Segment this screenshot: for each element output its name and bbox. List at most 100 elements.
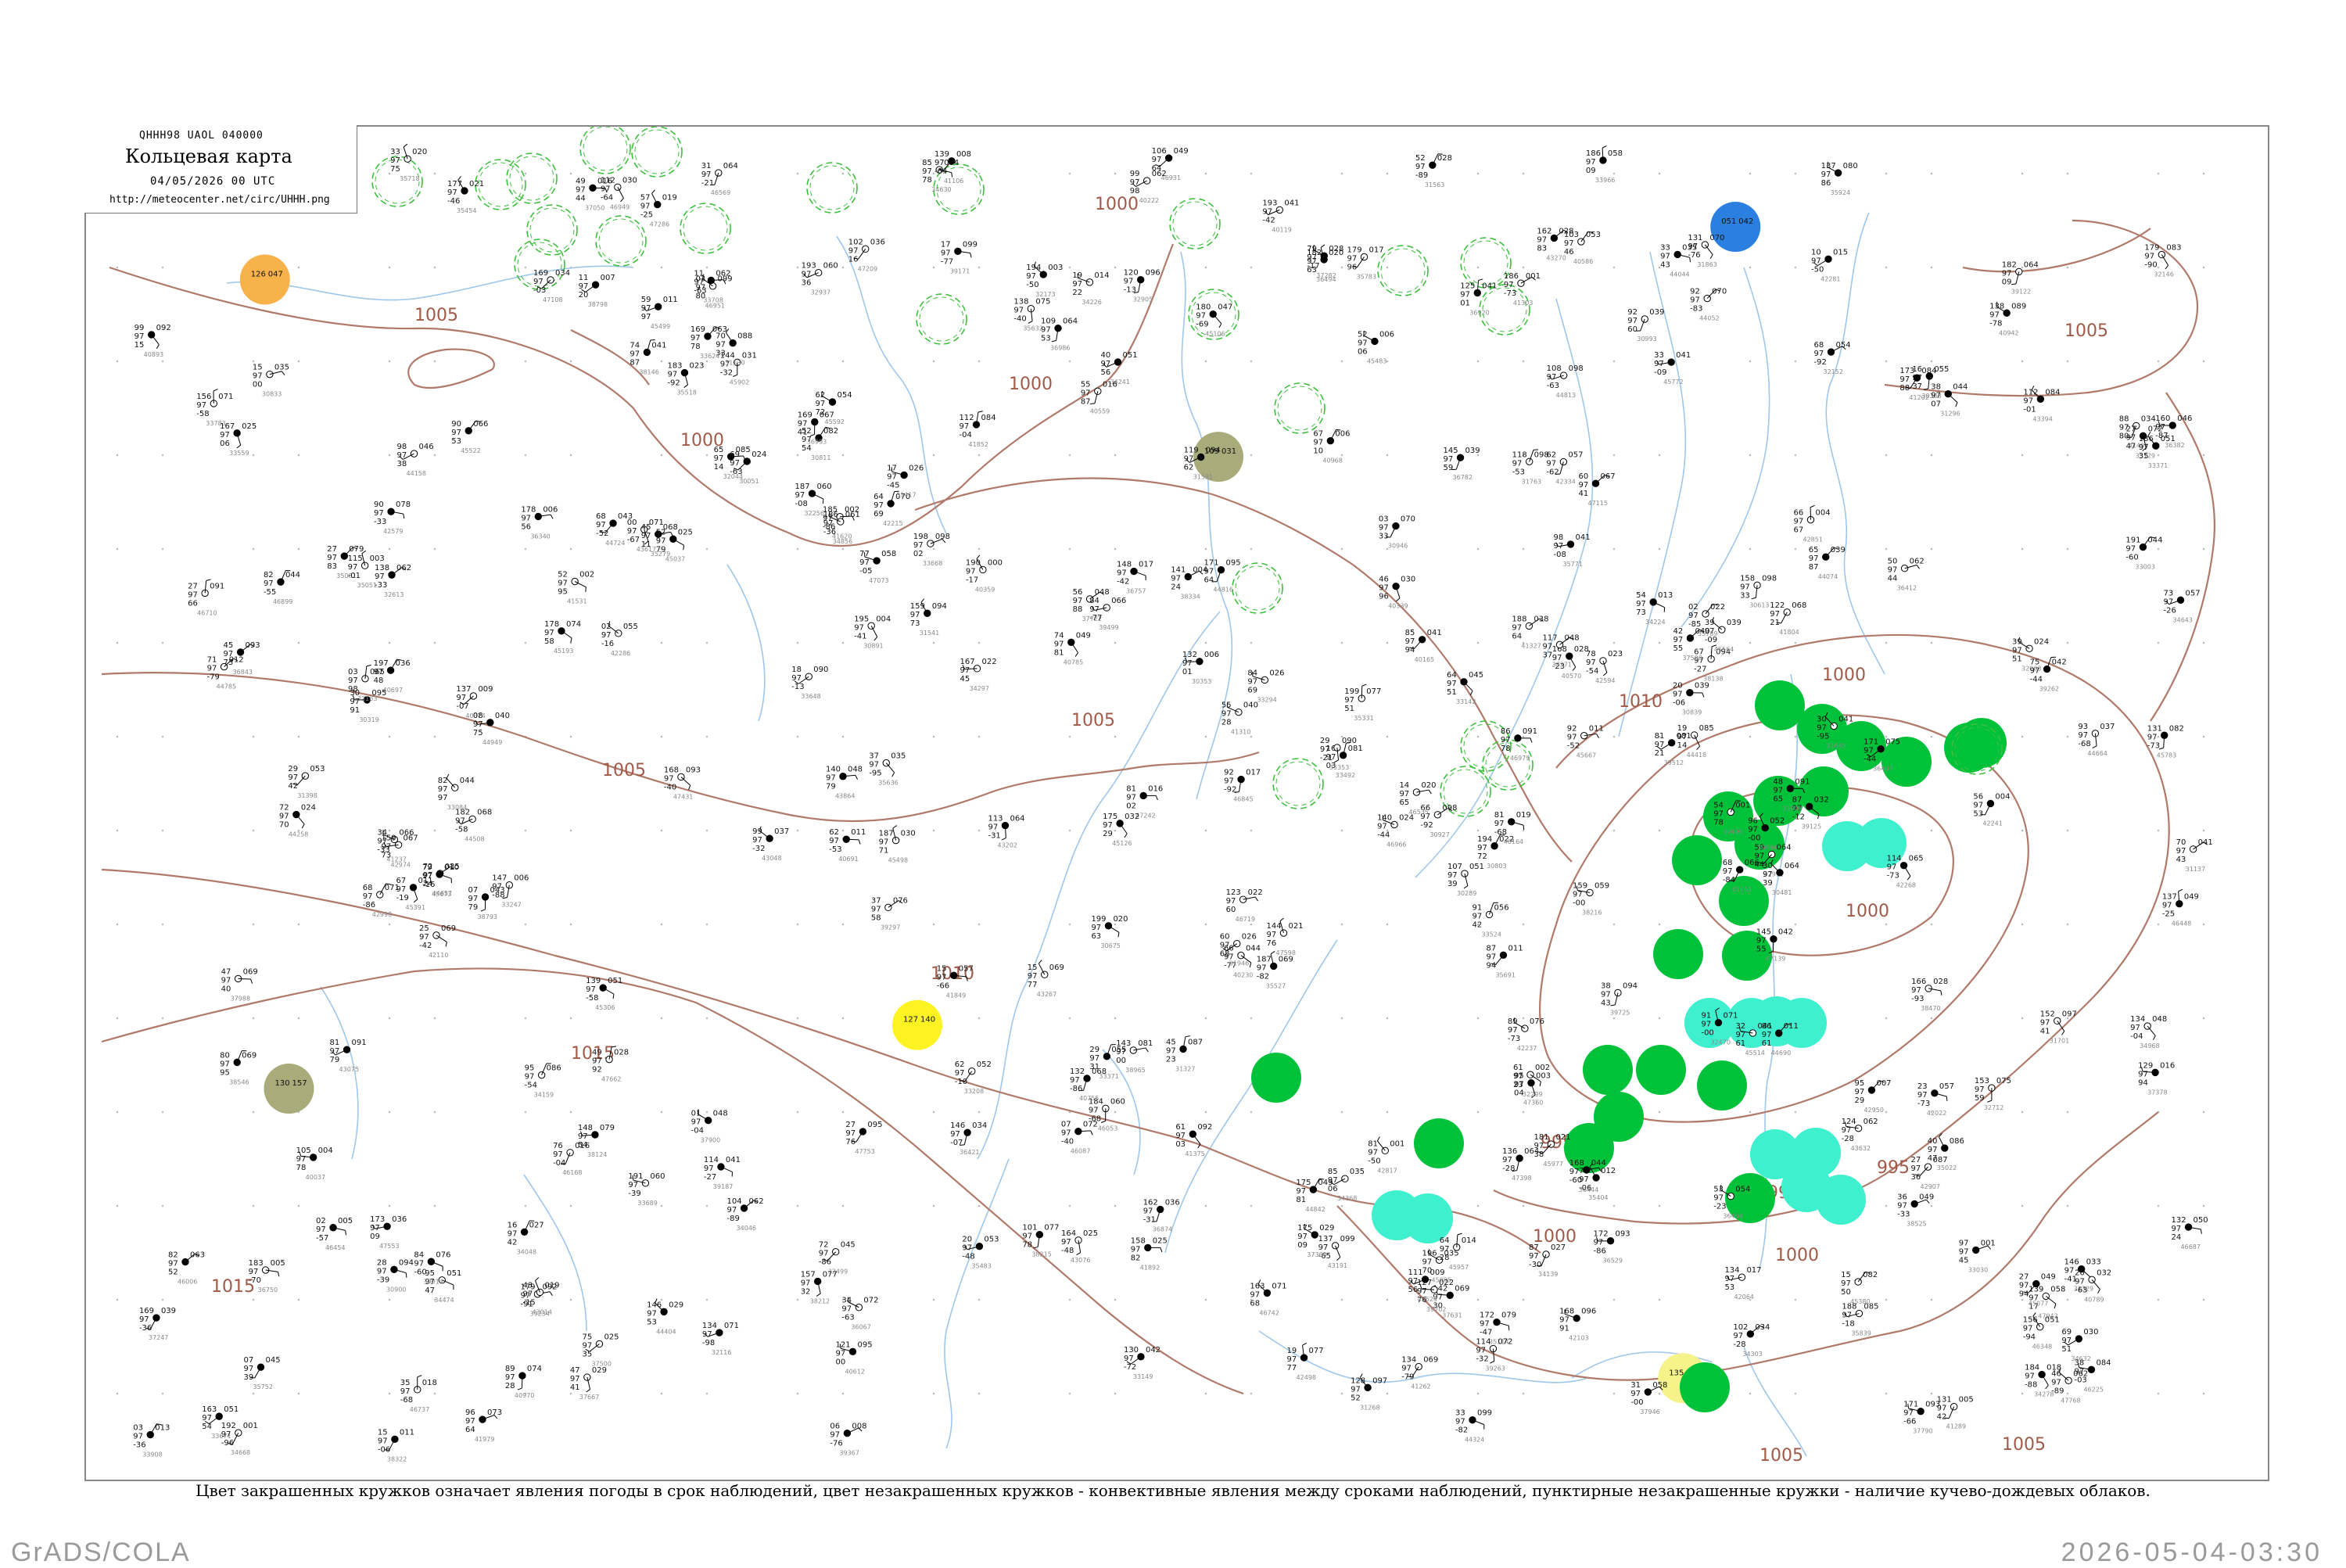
- station-value: 23: [1917, 1082, 1928, 1091]
- station-plot: 16903997-3637247: [139, 1307, 176, 1341]
- grid-dot: [978, 454, 981, 457]
- station-value: 02: [1688, 603, 1699, 612]
- station-value: -90: [2144, 261, 2157, 270]
- station-value: 060: [823, 262, 838, 271]
- station-value: 97: [188, 590, 198, 599]
- grid-dot: [1523, 1393, 1525, 1395]
- grid-dot: [1250, 830, 1253, 832]
- station-value: 97: [1821, 170, 1831, 179]
- station-value: 97: [791, 674, 802, 683]
- station-value: 160: [2155, 414, 2170, 423]
- station-id: 40755: [1079, 1095, 1099, 1102]
- station-value: 049: [1919, 1193, 1934, 1201]
- station-value: -04: [691, 1127, 704, 1136]
- station-value: 97: [1713, 809, 1724, 818]
- station-value: 97: [1408, 1277, 1419, 1286]
- station-value: 86: [1762, 1022, 1772, 1031]
- station-id: 44949: [482, 739, 502, 746]
- station-value: -00: [1573, 899, 1585, 907]
- grid-dot: [1795, 924, 1797, 926]
- station-value: 64: [1204, 576, 1214, 585]
- station-value: 76: [845, 1138, 856, 1146]
- station-value: 051: [608, 977, 622, 985]
- station-value: 97: [1494, 820, 1505, 828]
- station-value: 51: [2012, 655, 2022, 663]
- station-id: 44258: [289, 831, 308, 838]
- station-value: 46: [2051, 1369, 2061, 1378]
- station-value: 39: [1447, 880, 1458, 888]
- grid-dot: [1749, 736, 1752, 738]
- station-value: 87: [1486, 944, 1496, 953]
- station-value: 136: [1502, 1147, 1517, 1156]
- station-id: 46719: [1236, 916, 1255, 923]
- station-id: 30319: [359, 716, 378, 723]
- station-id: 46535: [1408, 809, 1428, 816]
- wind-feather-icon: [1303, 1343, 1307, 1345]
- station-value: 97: [253, 372, 263, 381]
- isobar-label: 1005: [1071, 711, 1115, 730]
- station-value: 060: [1110, 1097, 1125, 1106]
- station-value: 08: [473, 712, 483, 720]
- wind-feather-icon: [1336, 1258, 1340, 1261]
- station-value: 06: [220, 440, 230, 448]
- station-value: 46: [1379, 576, 1389, 584]
- grid-dot: [1795, 454, 1797, 457]
- weather-circle: [527, 205, 577, 255]
- station-id: 40785: [1064, 658, 1083, 666]
- station-value: 054: [838, 391, 852, 400]
- wind-feather-icon: [1530, 738, 1532, 743]
- station-value: 97: [2147, 733, 2158, 741]
- station-plot: 55016978740559: [1081, 380, 1117, 414]
- wind-feather-icon: [1458, 1233, 1462, 1235]
- station-value: 89: [505, 1365, 515, 1373]
- station-value: 97: [2139, 443, 2149, 452]
- station-value: 10: [1313, 447, 1323, 456]
- station-value: 177: [447, 180, 462, 188]
- grid-dot: [1477, 361, 1480, 363]
- station-value: 97: [207, 665, 217, 673]
- station-plot: 19014972234226: [1072, 271, 1109, 306]
- isobar-label: 1000: [1846, 902, 1889, 921]
- station-value: 034: [2141, 414, 2156, 423]
- weather-map: 1005100010001000101010151005100510009959…: [86, 127, 2268, 1480]
- wind-feather-icon: [1956, 403, 1957, 407]
- grid-dot: [570, 1111, 572, 1114]
- station-value: 159: [1573, 881, 1587, 890]
- station-value: 97: [887, 473, 897, 482]
- station-value: 019: [544, 1281, 559, 1290]
- station-value: -25: [2162, 910, 2175, 919]
- station-value: 95: [558, 587, 568, 596]
- station-value: 97: [1287, 1355, 1297, 1364]
- station-value: -70: [249, 1276, 261, 1285]
- station-value: 18: [791, 666, 802, 674]
- station-value: 98: [1554, 533, 1564, 542]
- station-value: 97: [2064, 1267, 2075, 1276]
- station-value: 97: [1654, 360, 1664, 368]
- station-value: 97: [1405, 637, 1415, 646]
- station-value: 041: [2198, 838, 2213, 847]
- station-id: 33163: [357, 695, 377, 702]
- grid-dot: [978, 173, 981, 175]
- station-value: 97: [1502, 1156, 1512, 1164]
- station-value: 056: [1494, 903, 1508, 912]
- station-value: -86: [363, 901, 375, 910]
- station-value: 64: [1512, 632, 1522, 640]
- station-id: 30993: [1637, 335, 1656, 343]
- station-value: 134: [2130, 1015, 2145, 1024]
- cloud-cover-icon: [1702, 242, 1708, 248]
- station-value: 034: [972, 1121, 987, 1130]
- station-value: 97: [1250, 1290, 1260, 1299]
- station-plot: 29053974231398: [288, 765, 325, 799]
- station-plot: 8702797-3034139: [1529, 1243, 1566, 1278]
- grid-dot: [298, 642, 300, 644]
- station-value: 97: [370, 1224, 380, 1233]
- weather-circle: [507, 153, 557, 203]
- station-id: 43076: [1071, 1257, 1090, 1264]
- station-value: 148: [1117, 561, 1132, 569]
- station-value: 96: [1347, 264, 1358, 272]
- grid-dot: [842, 924, 845, 926]
- station-value: 97: [1103, 821, 1113, 830]
- station-value: 093: [1616, 1230, 1630, 1239]
- station-value: 30: [1817, 715, 1827, 723]
- station-value: 97: [835, 1349, 845, 1358]
